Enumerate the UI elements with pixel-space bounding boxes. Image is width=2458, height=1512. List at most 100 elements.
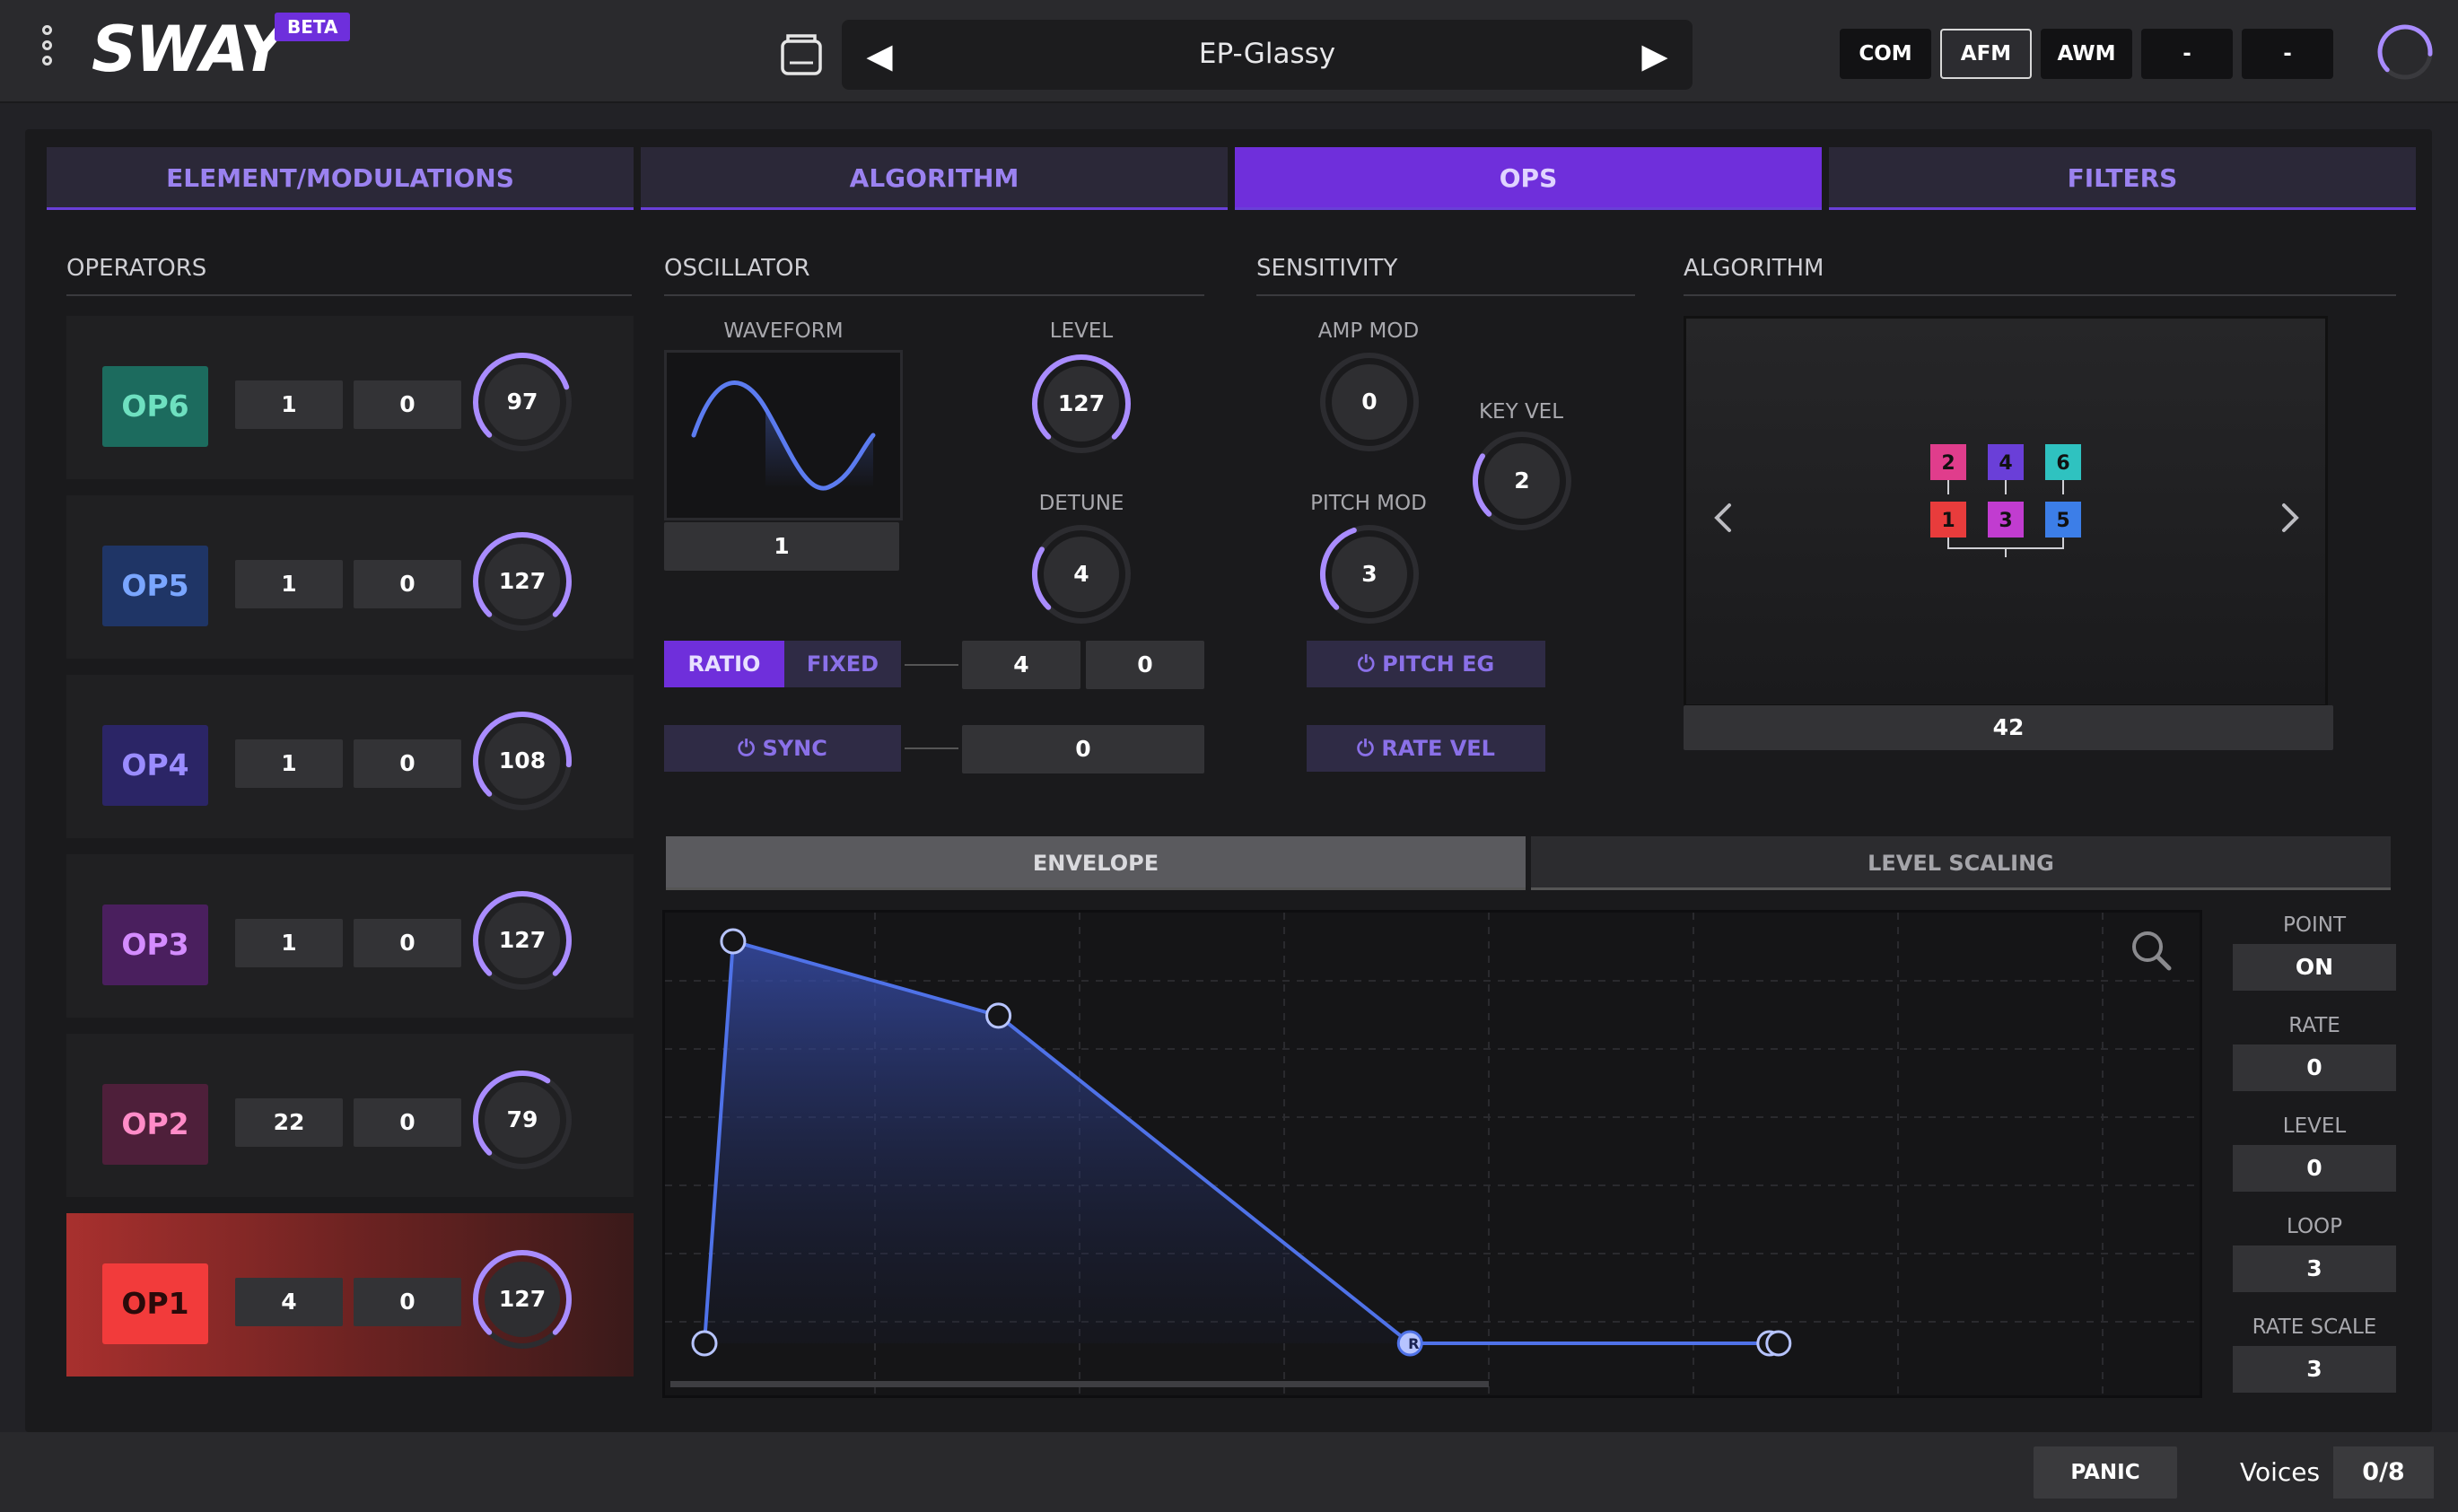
fixed-button[interactable]: FIXED [784,641,901,687]
env-point-label: POINT [2282,913,2346,937]
waveform-display[interactable] [664,350,903,520]
env-rate-value[interactable]: 0 [2233,1044,2396,1091]
operator-detune[interactable]: 0 [354,560,461,608]
operator-detune[interactable]: 0 [354,1278,461,1326]
ratio-coarse-value[interactable]: 4 [962,641,1080,689]
operator-level-value: 127 [498,568,547,594]
envelope-scrollbar[interactable] [670,1381,1489,1387]
detune-knob[interactable]: 4 [1026,519,1137,630]
operator-label[interactable]: OP2 [102,1084,208,1165]
algorithm-value[interactable]: 42 [1684,705,2333,750]
pitch-mod-value: 3 [1361,561,1378,587]
sync-value[interactable]: 0 [962,725,1204,773]
operator-level-value: 79 [506,1106,538,1132]
tab-element-modulations[interactable]: ELEMENT/MODULATIONS [47,147,634,210]
operator-level-knob[interactable]: 127 [467,1244,578,1355]
preset-selector: ◀ EP-Glassy ▶ [842,20,1693,90]
env-point-value[interactable]: ON [2233,944,2396,991]
operators-title: OPERATORS [66,255,632,296]
operator-detune[interactable]: 0 [354,919,461,967]
operator-label[interactable]: OP6 [102,366,208,447]
tab-filters[interactable]: FILTERS [1829,147,2416,210]
envelope-point-0[interactable] [691,1330,718,1357]
algorithm-operator-6: 6 [2045,444,2081,480]
sync-button[interactable]: ⏻ SYNC [664,725,901,772]
release-marker: R [1408,1335,1419,1352]
operator-ratio[interactable]: 1 [235,560,343,608]
ratio-button[interactable]: RATIO [664,641,784,687]
operator-detune[interactable]: 0 [354,380,461,429]
envelope-point-1[interactable] [720,928,747,955]
level-knob[interactable]: 127 [1026,348,1137,459]
operator-row-op3[interactable]: OP3 1 0 127 [66,854,634,1025]
algorithm-display[interactable]: 2 4 6 1 3 5 [1684,316,2328,707]
amp-mod-knob[interactable]: 0 [1314,346,1425,458]
svg-text:5: 5 [2056,510,2069,532]
mode-button-2[interactable]: AWM [2041,29,2132,79]
operator-ratio[interactable]: 1 [235,380,343,429]
prev-preset-button[interactable]: ◀ [858,36,901,75]
mode-button-1[interactable]: AFM [1940,29,2032,79]
envelope-tab-level-scaling[interactable]: LEVEL SCALING [1531,836,2391,890]
envelope-fill [704,941,1411,1343]
operator-level-knob[interactable]: 127 [467,885,578,996]
power-icon: ⏻ [1357,736,1375,761]
operator-level-knob[interactable]: 108 [467,705,578,817]
main-tabs: ELEMENT/MODULATIONS ALGORITHM OPS FILTERS [47,147,2416,212]
envelope-point-3[interactable]: R [1396,1330,1423,1357]
envelope-point-4[interactable] [1756,1330,1792,1357]
operator-detune[interactable]: 0 [354,739,461,788]
operator-level-knob[interactable]: 79 [467,1064,578,1176]
ratio-fine-value[interactable]: 0 [1086,641,1204,689]
pitch-eg-label: PITCH EG [1382,651,1495,677]
next-preset-button[interactable]: ▶ [1633,36,1676,75]
env-rate-scale-value[interactable]: 3 [2233,1346,2396,1393]
app-window: SWAY BETA ◀ EP-Glassy ▶ COM AFM AWM - - ELEM… [0,0,2458,1512]
operator-label[interactable]: OP5 [102,546,208,626]
key-vel-knob[interactable]: 2 [1466,425,1578,537]
operator-row-op4[interactable]: OP4 1 0 108 [66,675,634,845]
magnifier-icon[interactable] [2132,931,2172,971]
operator-label[interactable]: OP1 [102,1263,208,1344]
menu-icon[interactable] [36,25,57,75]
key-vel-label: KEY VEL [1478,400,1564,424]
operator-row-op2[interactable]: OP2 22 0 79 [66,1034,634,1204]
voices-label: Voices [2240,1457,2321,1487]
tab-algorithm[interactable]: ALGORITHM [641,147,1228,210]
preset-name[interactable]: EP-Glassy [932,38,1603,70]
operator-ratio[interactable]: 1 [235,739,343,788]
mode-button-0[interactable]: COM [1840,29,1931,79]
operator-level-value: 127 [498,1286,547,1312]
rate-vel-button[interactable]: ⏻ RATE VEL [1307,725,1545,772]
operator-label[interactable]: OP3 [102,905,208,985]
operator-label[interactable]: OP4 [102,725,208,806]
algorithm-operator-5: 5 [2045,502,2081,538]
operator-row-op5[interactable]: OP5 1 0 127 [66,495,634,666]
envelope-point-2[interactable] [985,1002,1012,1029]
mode-button-3[interactable]: - [2141,29,2233,79]
mode-button-4[interactable]: - [2242,29,2333,79]
preset-browser-icon[interactable] [777,31,826,79]
env-level-value[interactable]: 0 [2233,1145,2396,1192]
waveform-value[interactable]: 1 [664,522,899,571]
panic-button[interactable]: PANIC [2034,1446,2177,1499]
pitch-mod-knob[interactable]: 3 [1314,519,1425,630]
chevron-left-icon[interactable] [1714,503,1731,532]
pitch-eg-button[interactable]: ⏻ PITCH EG [1307,641,1545,687]
env-loop-value[interactable]: 3 [2233,1245,2396,1292]
operator-ratio[interactable]: 22 [235,1098,343,1147]
algorithm-operator-1: 1 [1930,502,1966,538]
operator-ratio[interactable]: 4 [235,1278,343,1326]
envelope-graph[interactable]: R [662,910,2308,1398]
operator-row-op6[interactable]: OP6 1 0 97 [66,316,634,486]
tab-ops[interactable]: OPS [1235,147,1822,210]
level-value: 127 [1057,390,1106,416]
operator-level-knob[interactable]: 97 [467,346,578,458]
chevron-right-icon[interactable] [2282,503,2299,532]
envelope-tab-envelope[interactable]: ENVELOPE [666,836,1526,890]
operator-detune[interactable]: 0 [354,1098,461,1147]
operator-ratio[interactable]: 1 [235,919,343,967]
master-volume-knob[interactable] [2373,20,2437,84]
operator-row-op1[interactable]: OP1 4 0 127 [66,1213,634,1384]
operator-level-knob[interactable]: 127 [467,526,578,637]
